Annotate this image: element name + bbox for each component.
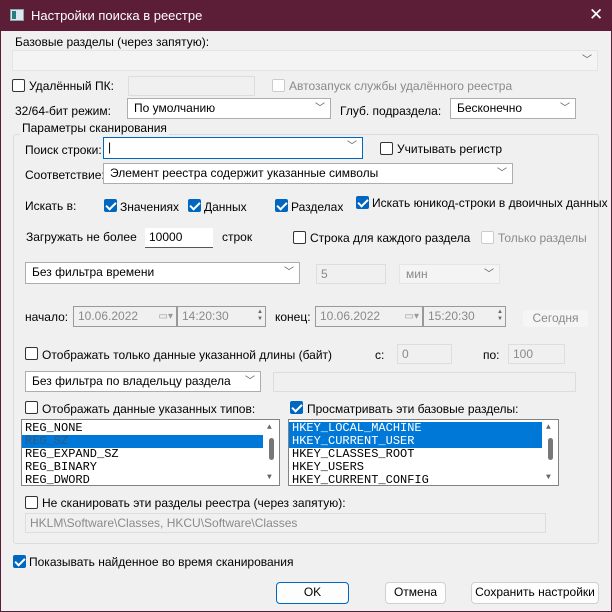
- only-keys-label: Только разделы: [498, 231, 587, 245]
- values-label: Значениях: [120, 200, 180, 214]
- types-filter-checkbox[interactable]: [25, 401, 38, 414]
- roots-listbox[interactable]: HKEY_LOCAL_MACHINE HKEY_CURRENT_USER HKE…: [288, 419, 559, 486]
- unicode-label: Искать юникод-строки в двоичных данных: [372, 196, 608, 210]
- row-per-key-label: Строка для каждого раздела: [310, 231, 471, 245]
- title-bar: Настройки поиска в реестре ✕: [1, 0, 611, 31]
- chevron-down-icon: ﹀: [245, 376, 255, 387]
- depth-select[interactable]: Бесконечно ﹀: [450, 98, 576, 119]
- exclude-input[interactable]: HKLM\Software\Classes, HKCU\Software\Cla…: [25, 513, 546, 533]
- end-date-picker[interactable]: 10.06.2022 ▭▾: [315, 306, 423, 327]
- case-sensitive-checkbox[interactable]: [380, 142, 393, 155]
- scroll-up-icon[interactable]: ▲: [267, 423, 272, 432]
- types-filter-label: Отображать данные указанных типов:: [42, 402, 256, 416]
- unicode-checkbox[interactable]: [356, 196, 369, 209]
- search-string-label: Поиск строки:: [25, 143, 102, 157]
- base-keys-label: Базовые разделы (через запятую):: [15, 35, 210, 49]
- load-limit-input[interactable]: 10000: [145, 228, 213, 248]
- scrollbar[interactable]: ▲ ▼: [264, 420, 279, 485]
- autostart-checkbox[interactable]: [272, 79, 285, 92]
- length-to-input[interactable]: 100: [508, 344, 565, 364]
- settings-dialog: Настройки поиска в реестре ✕ Базовые раз…: [1, 0, 611, 611]
- length-from-label: с:: [375, 348, 385, 362]
- bitmode-label: 32/64-бит режим:: [15, 104, 111, 118]
- search-string-input[interactable]: | ﹀: [103, 137, 363, 159]
- exclude-label: Не сканировать эти разделы реестра (чере…: [42, 496, 346, 510]
- rows-label: строк: [222, 230, 253, 244]
- save-settings-button[interactable]: Сохранить настройки: [471, 582, 599, 604]
- roots-label: Просматривать эти базовые разделы:: [307, 402, 519, 416]
- list-item[interactable]: REG_DWORD: [22, 474, 263, 486]
- calendar-icon[interactable]: ▭▾: [159, 310, 173, 324]
- data-checkbox[interactable]: [188, 199, 201, 212]
- types-listbox[interactable]: REG_NONE REG_SZ REG_EXPAND_SZ REG_BINARY…: [21, 419, 280, 486]
- remote-pc-checkbox[interactable]: [12, 79, 25, 92]
- length-filter-label: Отображать только данные указанной длины…: [42, 348, 333, 362]
- remote-pc-label: Удалённый ПК:: [29, 79, 114, 93]
- cancel-button[interactable]: Отмена: [385, 582, 446, 604]
- end-label: конец:: [275, 310, 311, 324]
- length-filter-checkbox[interactable]: [25, 347, 38, 360]
- scrollbar[interactable]: ▲ ▼: [543, 420, 558, 485]
- chevron-down-icon: ﹀: [582, 55, 592, 66]
- spin-arrows-icon[interactable]: ▲ ▼: [497, 309, 503, 323]
- case-sensitive-label: Учитывать регистр: [397, 142, 503, 156]
- app-icon: [10, 9, 24, 21]
- load-limit-label: Загружать не более: [26, 230, 137, 244]
- values-checkbox[interactable]: [104, 199, 117, 212]
- ok-button[interactable]: OK: [276, 582, 349, 604]
- time-amount-input[interactable]: 5: [316, 264, 386, 284]
- length-from-input[interactable]: 0: [397, 344, 452, 364]
- scroll-down-icon[interactable]: ▼: [267, 473, 272, 482]
- show-found-checkbox[interactable]: [13, 555, 26, 568]
- keys-checkbox[interactable]: [275, 199, 288, 212]
- scroll-up-icon[interactable]: ▲: [546, 423, 551, 432]
- calendar-icon[interactable]: ▭▾: [405, 310, 419, 324]
- depth-label: Глуб. подраздела:: [340, 104, 442, 118]
- start-date-picker[interactable]: 10.06.2022 ▭▾: [73, 306, 177, 327]
- bitmode-select[interactable]: По умолчанию ﹀: [127, 98, 331, 119]
- chevron-down-icon[interactable]: ﹀: [347, 140, 357, 154]
- chevron-down-icon: ﹀: [560, 103, 570, 114]
- roots-checkbox[interactable]: [290, 401, 303, 414]
- scroll-thumb[interactable]: [548, 438, 553, 460]
- time-filter-select[interactable]: Без фильтра времени ﹀: [25, 262, 300, 284]
- autostart-label: Автозапуск службы удалённого реестра: [289, 79, 513, 93]
- show-found-label: Показывать найденное во время сканирован…: [29, 555, 294, 569]
- remote-pc-input[interactable]: [128, 76, 255, 96]
- keys-label: Разделах: [291, 200, 344, 214]
- list-item[interactable]: HKEY_CURRENT_CONFIG: [289, 474, 542, 486]
- look-in-label: Искать в:: [25, 199, 77, 213]
- start-time-input[interactable]: 14:20:30 ▲ ▼: [177, 306, 266, 327]
- base-keys-combobox[interactable]: ﹀: [12, 50, 598, 71]
- match-label: Соответствие:: [25, 168, 105, 182]
- time-unit-select[interactable]: мин ﹀: [399, 264, 500, 284]
- chevron-down-icon: ﹀: [284, 267, 294, 278]
- end-time-input[interactable]: 15:20:30 ▲ ▼: [423, 306, 506, 327]
- only-keys-checkbox[interactable]: [481, 231, 494, 244]
- chevron-down-icon: ﹀: [315, 103, 325, 114]
- scroll-thumb[interactable]: [269, 438, 274, 460]
- row-per-key-checkbox[interactable]: [293, 231, 306, 244]
- today-button[interactable]: Сегодня: [522, 309, 589, 328]
- match-select[interactable]: Элемент реестра содержит указанные симво…: [103, 163, 513, 184]
- window-title: Настройки поиска в реестре: [31, 8, 203, 23]
- owner-input[interactable]: [273, 372, 576, 392]
- scan-params-label: Параметры сканирования: [20, 121, 169, 135]
- chevron-down-icon: ﹀: [484, 269, 494, 280]
- spin-arrows-icon[interactable]: ▲ ▼: [257, 309, 263, 323]
- owner-filter-select[interactable]: Без фильтра по владельцу раздела ﹀: [25, 371, 261, 392]
- exclude-checkbox[interactable]: [25, 496, 38, 509]
- scroll-down-icon[interactable]: ▼: [546, 473, 551, 482]
- data-label: Данных: [204, 200, 247, 214]
- close-icon[interactable]: ✕: [589, 5, 603, 25]
- length-to-label: по:: [483, 348, 500, 362]
- chevron-down-icon: ﹀: [497, 168, 507, 179]
- start-label: начало:: [25, 310, 69, 324]
